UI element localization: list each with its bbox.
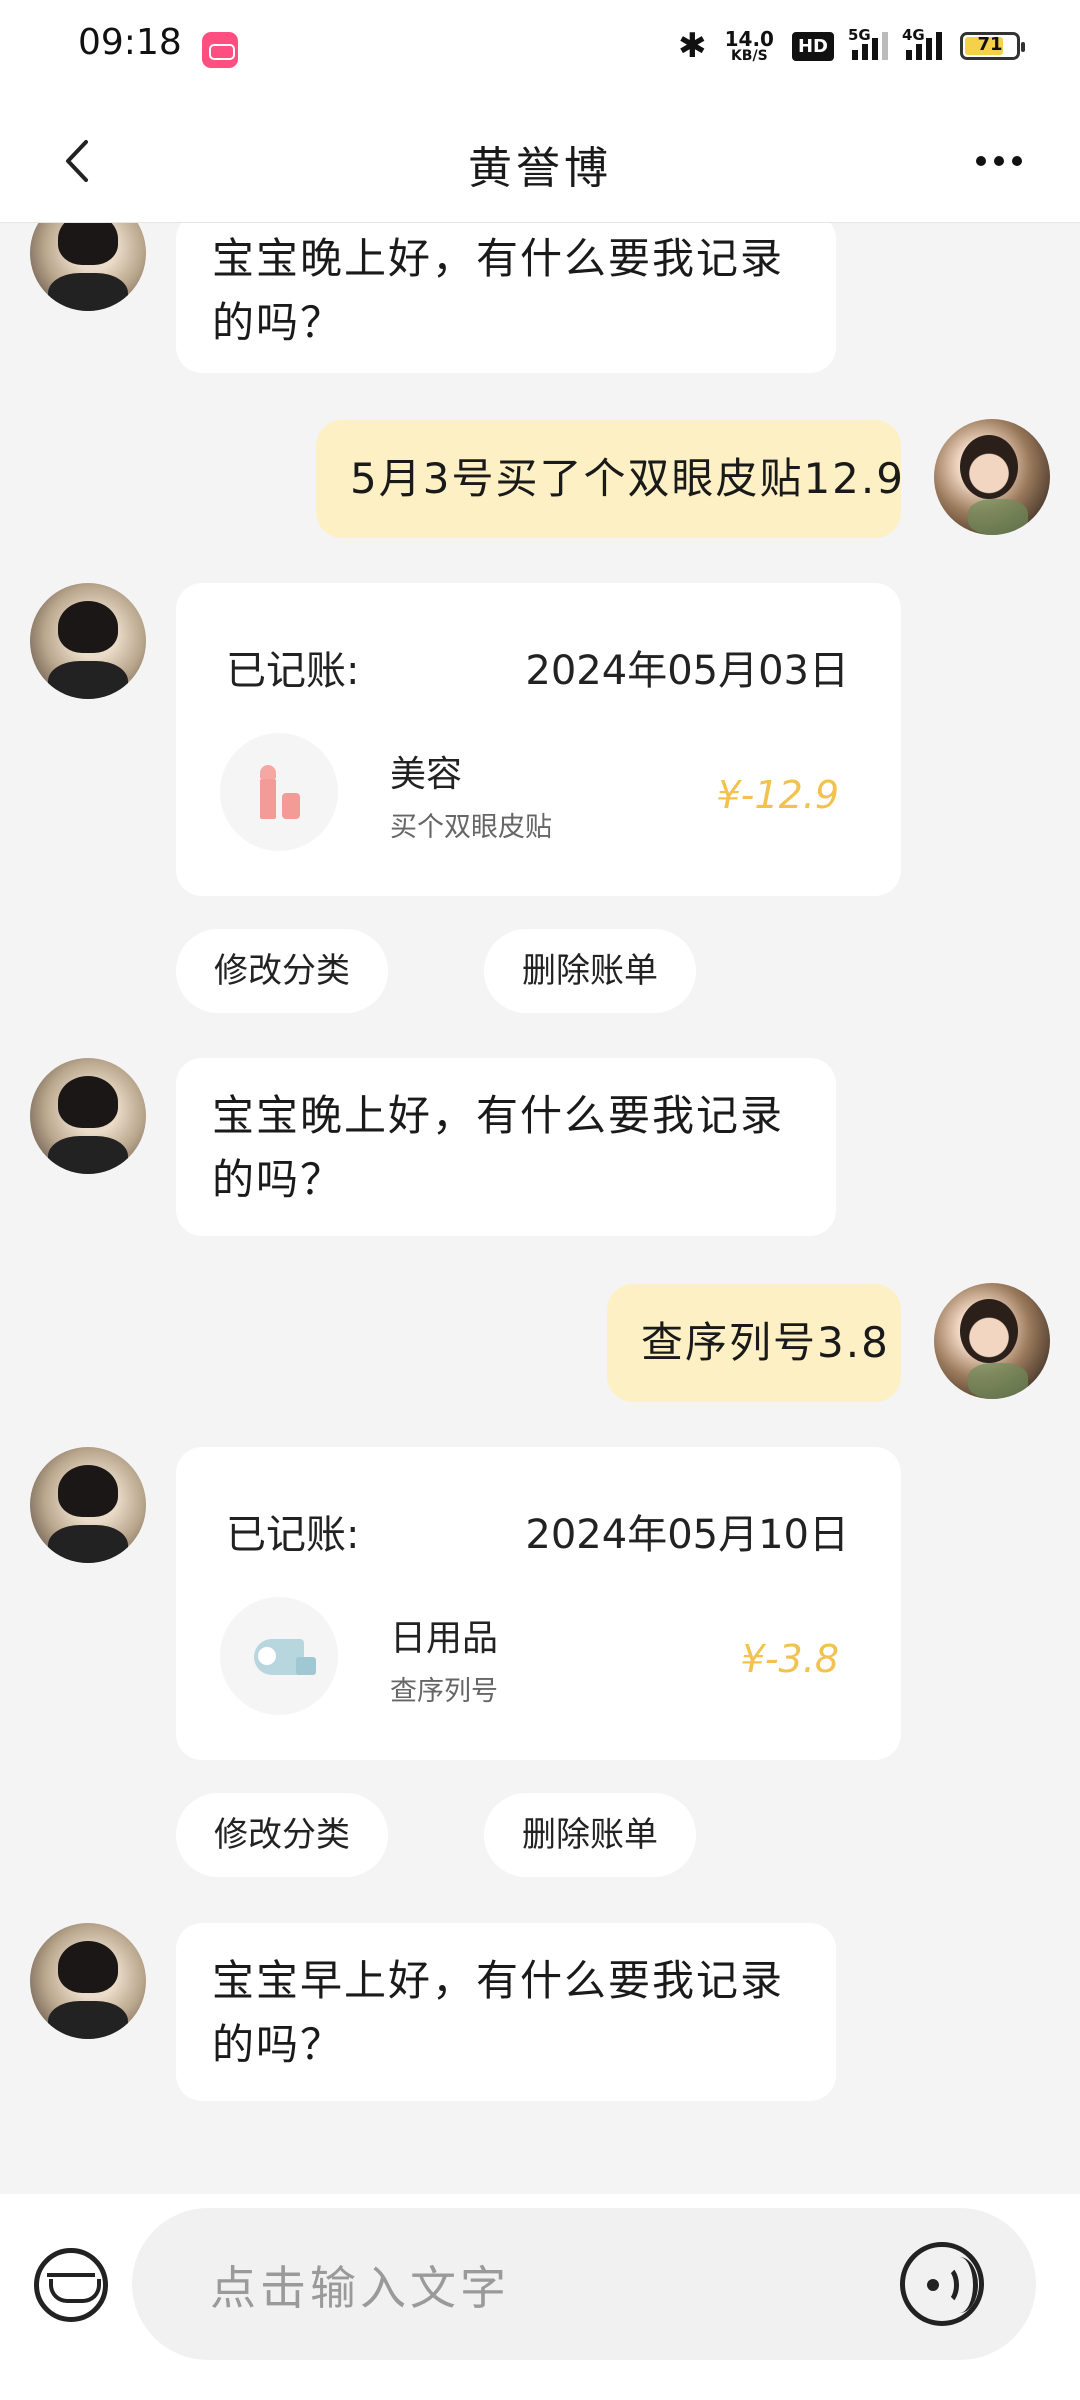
assistant-avatar[interactable] xyxy=(30,1058,146,1174)
delete-bill-button[interactable]: 删除账单 xyxy=(484,1793,696,1877)
bill-category: 美容 xyxy=(390,754,463,795)
bill-amount: ¥-12.9 xyxy=(716,773,840,817)
assistant-avatar[interactable] xyxy=(30,1447,146,1563)
notification-app-icon xyxy=(202,32,238,68)
status-icons: ✱ 14.0 KB/S HD 5G 4G 71 xyxy=(678,26,1025,66)
bill-date: 2024年05月10日 xyxy=(525,1512,849,1558)
edit-category-button[interactable]: 修改分类 xyxy=(176,929,388,1013)
bill-recorded-label: 已记账: xyxy=(226,1512,360,1558)
lipstick-icon xyxy=(220,733,338,851)
bill-recorded-label: 已记账: xyxy=(226,648,360,694)
signal-5g-icon: 5G xyxy=(848,26,888,60)
bill-note: 买个双眼皮贴 xyxy=(390,812,552,843)
wallet-icon[interactable] xyxy=(34,2248,108,2322)
status-bar: 09:18 ✱ 14.0 KB/S HD 5G 4G 71 xyxy=(0,0,1080,100)
voice-input-icon[interactable] xyxy=(900,2242,984,2326)
bill-note: 查序列号 xyxy=(390,1676,498,1707)
speed-unit: KB/S xyxy=(730,48,768,64)
chat-header: 黄誉博 xyxy=(0,100,1080,223)
network-speed: 14.0 KB/S xyxy=(725,29,774,63)
more-options-icon[interactable] xyxy=(976,156,1022,166)
delete-bill-button[interactable]: 删除账单 xyxy=(484,929,696,1013)
input-bar: 点击输入文字 xyxy=(0,2194,1080,2400)
user-avatar[interactable] xyxy=(934,1283,1050,1399)
user-message: 查序列号3.8 xyxy=(607,1284,901,1402)
chat-title: 黄誉博 xyxy=(468,143,612,194)
assistant-message: 宝宝早上好，有什么要我记录的吗？ xyxy=(176,1923,836,2101)
signal-4g-label: 4G xyxy=(902,26,925,44)
assistant-message: 宝宝晚上好，有什么要我记录的吗？ xyxy=(176,223,836,373)
bluetooth-icon: ✱ xyxy=(678,26,707,66)
signal-5g-label: 5G xyxy=(848,26,871,44)
assistant-avatar[interactable] xyxy=(30,583,146,699)
bill-card: 已记账: 2024年05月03日 美容 买个双眼皮贴 ¥-12.9 xyxy=(176,583,901,896)
input-placeholder: 点击输入文字 xyxy=(210,2261,510,2315)
assistant-message: 宝宝晚上好，有什么要我记录的吗？ xyxy=(176,1058,836,1236)
assistant-avatar[interactable] xyxy=(30,1923,146,2039)
hd-icon: HD xyxy=(791,31,834,61)
signal-4g-icon: 4G xyxy=(902,26,942,60)
battery-icon: 71 xyxy=(960,32,1025,60)
speed-value: 14.0 xyxy=(724,27,774,51)
bill-date: 2024年05月03日 xyxy=(525,648,849,694)
battery-level: 71 xyxy=(977,34,1003,55)
chat-list[interactable]: 宝宝晚上好，有什么要我记录的吗？ 5月3号买了个双眼皮贴12.9 已记账: 20… xyxy=(0,223,1080,2193)
status-time: 09:18 xyxy=(78,22,182,63)
tissue-roll-icon xyxy=(220,1597,338,1715)
assistant-avatar[interactable] xyxy=(30,223,146,311)
edit-category-button[interactable]: 修改分类 xyxy=(176,1793,388,1877)
bill-card: 已记账: 2024年05月10日 日用品 查序列号 ¥-3.8 xyxy=(176,1447,901,1760)
bill-category: 日用品 xyxy=(390,1618,499,1659)
user-avatar[interactable] xyxy=(934,419,1050,535)
bill-amount: ¥-3.8 xyxy=(740,1637,839,1681)
message-input[interactable]: 点击输入文字 xyxy=(132,2208,1036,2360)
user-message: 5月3号买了个双眼皮贴12.9 xyxy=(316,420,903,538)
